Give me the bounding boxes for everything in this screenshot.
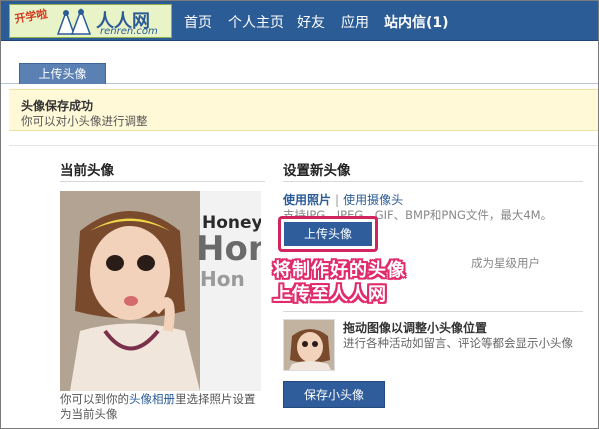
top-navbar: 开学啦 人人网 renren.com 首页 个人主页 好友 应用 站内信(1) <box>1 1 598 41</box>
divider <box>283 181 583 182</box>
use-camera-link[interactable]: 使用摄像头 <box>343 193 403 207</box>
upload-source-links: 使用照片 | 使用摄像头 <box>283 191 403 208</box>
annotation-overlay: 将制作好的头像 上传至人人网 <box>273 259 503 307</box>
tab-upload-avatar[interactable]: 上传头像 <box>19 63 106 84</box>
small-avatar-portrait-icon <box>284 320 334 370</box>
upload-button-highlight: 上传头像 <box>278 216 378 252</box>
note-prefix: 你可以到你的 <box>60 392 129 406</box>
current-avatar-photo: Honey Hon Hon <box>60 191 261 391</box>
save-small-avatar-button[interactable]: 保存小头像 <box>283 381 385 408</box>
link-separator: | <box>335 193 340 207</box>
nav-home[interactable]: 首页 <box>184 12 212 32</box>
logo-figures-icon <box>56 8 92 35</box>
new-avatar-title: 设置新头像 <box>283 163 351 179</box>
small-avatar-preview[interactable] <box>283 319 335 371</box>
avatar-album-link[interactable]: 头像相册 <box>129 392 175 406</box>
banner-subtitle: 你可以对小头像进行调整 <box>21 114 148 128</box>
nav-messages[interactable]: 站内信(1) <box>384 12 449 32</box>
upload-avatar-button[interactable]: 上传头像 <box>284 222 372 246</box>
banner-title: 头像保存成功 <box>21 99 94 113</box>
current-avatar-note: 你可以到你的头像相册里选择照片设置为当前头像 <box>60 392 265 422</box>
divider <box>283 311 583 312</box>
browser-frame: 开学啦 人人网 renren.com 首页 个人主页 好友 应用 站内信(1) … <box>0 0 599 429</box>
use-photo-link[interactable]: 使用照片 <box>283 193 331 207</box>
nav-profile[interactable]: 个人主页 <box>228 12 284 32</box>
small-avatar-subtitle: 进行各种活动如留言、评论等都会显示小头像 <box>343 336 573 350</box>
annotation-line-1: 将制作好的头像 <box>273 260 406 281</box>
success-banner: 头像保存成功 你可以对小头像进行调整 <box>9 89 598 131</box>
logo-domain: renren.com <box>100 26 158 37</box>
nav-apps[interactable]: 应用 <box>341 12 369 32</box>
photo-text-hon-1: Hon <box>196 229 261 269</box>
divider <box>60 181 265 182</box>
current-avatar-title: 当前头像 <box>60 163 114 179</box>
renren-logo[interactable]: 开学啦 人人网 renren.com <box>9 4 172 38</box>
small-avatar-title: 拖动图像以调整小头像位置 <box>343 321 488 335</box>
nav-friends[interactable]: 好友 <box>297 12 325 32</box>
annotation-line-2: 上传至人人网 <box>273 284 387 305</box>
photo-text-hon-2: Hon <box>200 267 245 291</box>
logo-badge: 开学啦 <box>13 7 49 26</box>
